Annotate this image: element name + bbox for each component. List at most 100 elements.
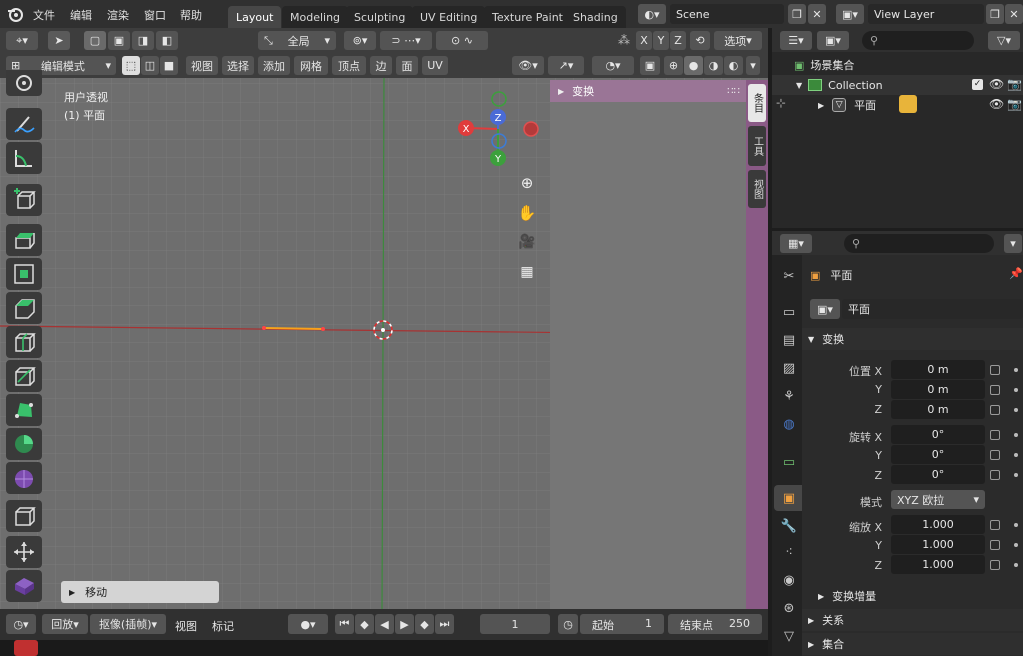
outliner-search-input[interactable]: ⚲ [862,31,974,50]
output-icon[interactable]: ▤ [780,331,798,349]
view-layer-tab-icon[interactable]: ▨ [780,359,798,377]
add-cube-tool-icon[interactable] [6,184,42,216]
keyframe-dot-icon[interactable] [1014,408,1018,412]
scene-collection-row[interactable]: ▣ 场景集合 [772,55,1023,75]
workspace-icon[interactable]: ⌖▾ [6,31,38,50]
blender-logo-icon[interactable] [6,5,24,23]
end-frame-field[interactable]: 结束点 250 [668,614,762,634]
measure-tool-icon[interactable] [6,142,42,174]
data-icon[interactable]: ▽ [780,627,798,645]
select-invert-icon[interactable]: ◧ [156,31,178,50]
eye-icon[interactable]: 👁 [989,97,1004,111]
delta-transform-header[interactable]: ▶ 变换增量 [818,588,876,604]
camera-view-icon[interactable]: 🎥 [517,234,537,254]
modifier-icon[interactable]: 🔧 [780,517,798,535]
properties-search-input[interactable]: ⚲ [844,234,994,253]
select-subtract-icon[interactable]: ◨ [132,31,154,50]
rendered-shading-icon[interactable]: ◐ [724,56,743,75]
delete-view-layer-icon[interactable]: ✕ [1005,4,1023,24]
inset-tool-icon[interactable] [6,258,42,290]
loop-cut-tool-icon[interactable] [6,326,42,358]
menu-mesh[interactable]: 网格 [294,56,328,75]
display-mode-icon[interactable]: ▣▾ [817,31,849,50]
tab-texture-paint[interactable]: Texture Paint [484,6,571,28]
location-y-field[interactable]: 0 m [891,380,985,399]
timeline-marker-menu[interactable]: 标记 [212,618,234,634]
view-layer-icon[interactable]: ▣▾ [836,4,864,24]
poly-build-tool-icon[interactable] [6,394,42,426]
scene-name-field[interactable]: Scene [670,4,784,24]
location-x-field[interactable]: 0 m [891,360,985,379]
camera-icon[interactable]: 📷 [1007,97,1022,111]
chevron-down-icon[interactable]: ▼ [796,81,802,90]
play-reverse-icon[interactable]: ◀ [375,614,394,634]
select-tool-icon[interactable]: ➤ [48,31,70,50]
select-extend-icon[interactable]: ▣ [108,31,130,50]
menu-edit[interactable]: 编辑 [70,7,92,23]
menu-render[interactable]: 渲染 [107,7,129,23]
tab-shading[interactable]: Shading [565,6,626,28]
gizmo-neg-x[interactable] [523,121,539,137]
chevron-right-icon[interactable]: ▶ [818,101,824,110]
annotate-tool-icon[interactable] [6,108,42,140]
pan-hand-icon[interactable]: ✋ [517,204,537,224]
lock-icon[interactable] [990,450,1000,460]
scene-selector-icon[interactable]: ◐▾ [638,4,666,24]
shading-options-icon[interactable]: ▾ [746,56,760,75]
menu-add[interactable]: 添加 [258,56,290,75]
filter-icon[interactable]: ▽▾ [988,31,1020,50]
scale-x-field[interactable]: 1.000 [891,515,985,534]
properties-editor-icon[interactable]: ▦▾ [780,234,812,253]
rotation-mode-dropdown[interactable]: XYZ 欧拉 ▾ [891,490,985,509]
solid-shading-icon[interactable]: ● [684,56,703,75]
drag-handle-icon[interactable]: ∷∷ [727,86,740,97]
ortho-toggle-icon[interactable]: ▦ [517,264,537,284]
edge-select-icon[interactable]: ◫ [141,56,159,75]
jump-end-icon[interactable]: ⏭ [435,614,454,634]
lock-icon[interactable] [990,365,1000,375]
lock-icon[interactable] [990,430,1000,440]
rotation-y-field[interactable]: 0° [891,445,985,464]
tab-sculpting[interactable]: Sculpting [346,6,414,28]
scale-y-field[interactable]: 1.000 [891,535,985,554]
current-frame-field[interactable]: 1 [480,614,550,634]
menu-vertex[interactable]: 顶点 [332,56,366,75]
tab-layout[interactable]: Layout [228,6,282,28]
delete-scene-icon[interactable]: ✕ [808,4,826,24]
3d-viewport[interactable]: ⌖▾ ➤ ▢ ▣ ◨ ◧ ⤡ 全局 ▾ ⊚▾ ⊃ ⋯▾ ⊙ ∿ ⁂ X Y Z … [0,28,768,609]
menu-select[interactable]: 选择 [222,56,254,75]
scene-tab-icon[interactable]: ⚘ [780,387,798,405]
pin-icon[interactable]: 📌 [1009,267,1023,280]
move-tool-icon[interactable] [6,536,42,568]
constraint-icon[interactable]: ⊛ [780,599,798,617]
menu-view[interactable]: 视图 [186,56,218,75]
location-z-field[interactable]: 0 m [891,400,985,419]
keyframe-dot-icon[interactable] [1014,368,1018,372]
bevel-tool-icon[interactable] [6,292,42,324]
object-properties-icon[interactable]: ▣ [780,489,798,507]
world-icon[interactable]: ◍ [780,415,798,433]
mirror-x-button[interactable]: X [636,31,652,50]
rotation-x-field[interactable]: 0° [891,425,985,444]
mirror-icon[interactable]: ⁂ [618,33,630,47]
face-select-icon[interactable]: ■ [160,56,178,75]
keyframe-dot-icon[interactable] [1014,473,1018,477]
object-browse-icon[interactable]: ▣▾ [810,299,840,319]
sidebar-transform-header[interactable]: ▶ 变换 ∷∷ [550,80,746,102]
spin-tool-icon[interactable] [6,428,42,460]
sidebar-tab-item[interactable]: 条目 [748,84,766,122]
next-keyframe-icon[interactable]: ◆ [415,614,434,634]
menu-help[interactable]: 帮助 [180,7,202,23]
keyframe-dot-icon[interactable] [1014,523,1018,527]
lock-icon[interactable] [990,405,1000,415]
exclude-checkbox[interactable]: ✓ [972,79,983,90]
sidebar-tab-view[interactable]: 视图 [748,170,766,208]
pivot-point-icon[interactable]: ⊚▾ [344,31,376,50]
menu-uv[interactable]: UV [422,56,448,75]
auto-keying-icon[interactable]: ●▾ [288,614,328,634]
play-icon[interactable]: ▶ [395,614,414,634]
navigation-gizmo[interactable]: Z X Y [452,86,548,168]
material-shading-icon[interactable]: ◑ [704,56,723,75]
transform-orientation-dropdown[interactable]: ⤡ 全局 ▾ [258,31,336,50]
proportional-edit-icon[interactable]: ⊙ ∿ [436,31,488,50]
